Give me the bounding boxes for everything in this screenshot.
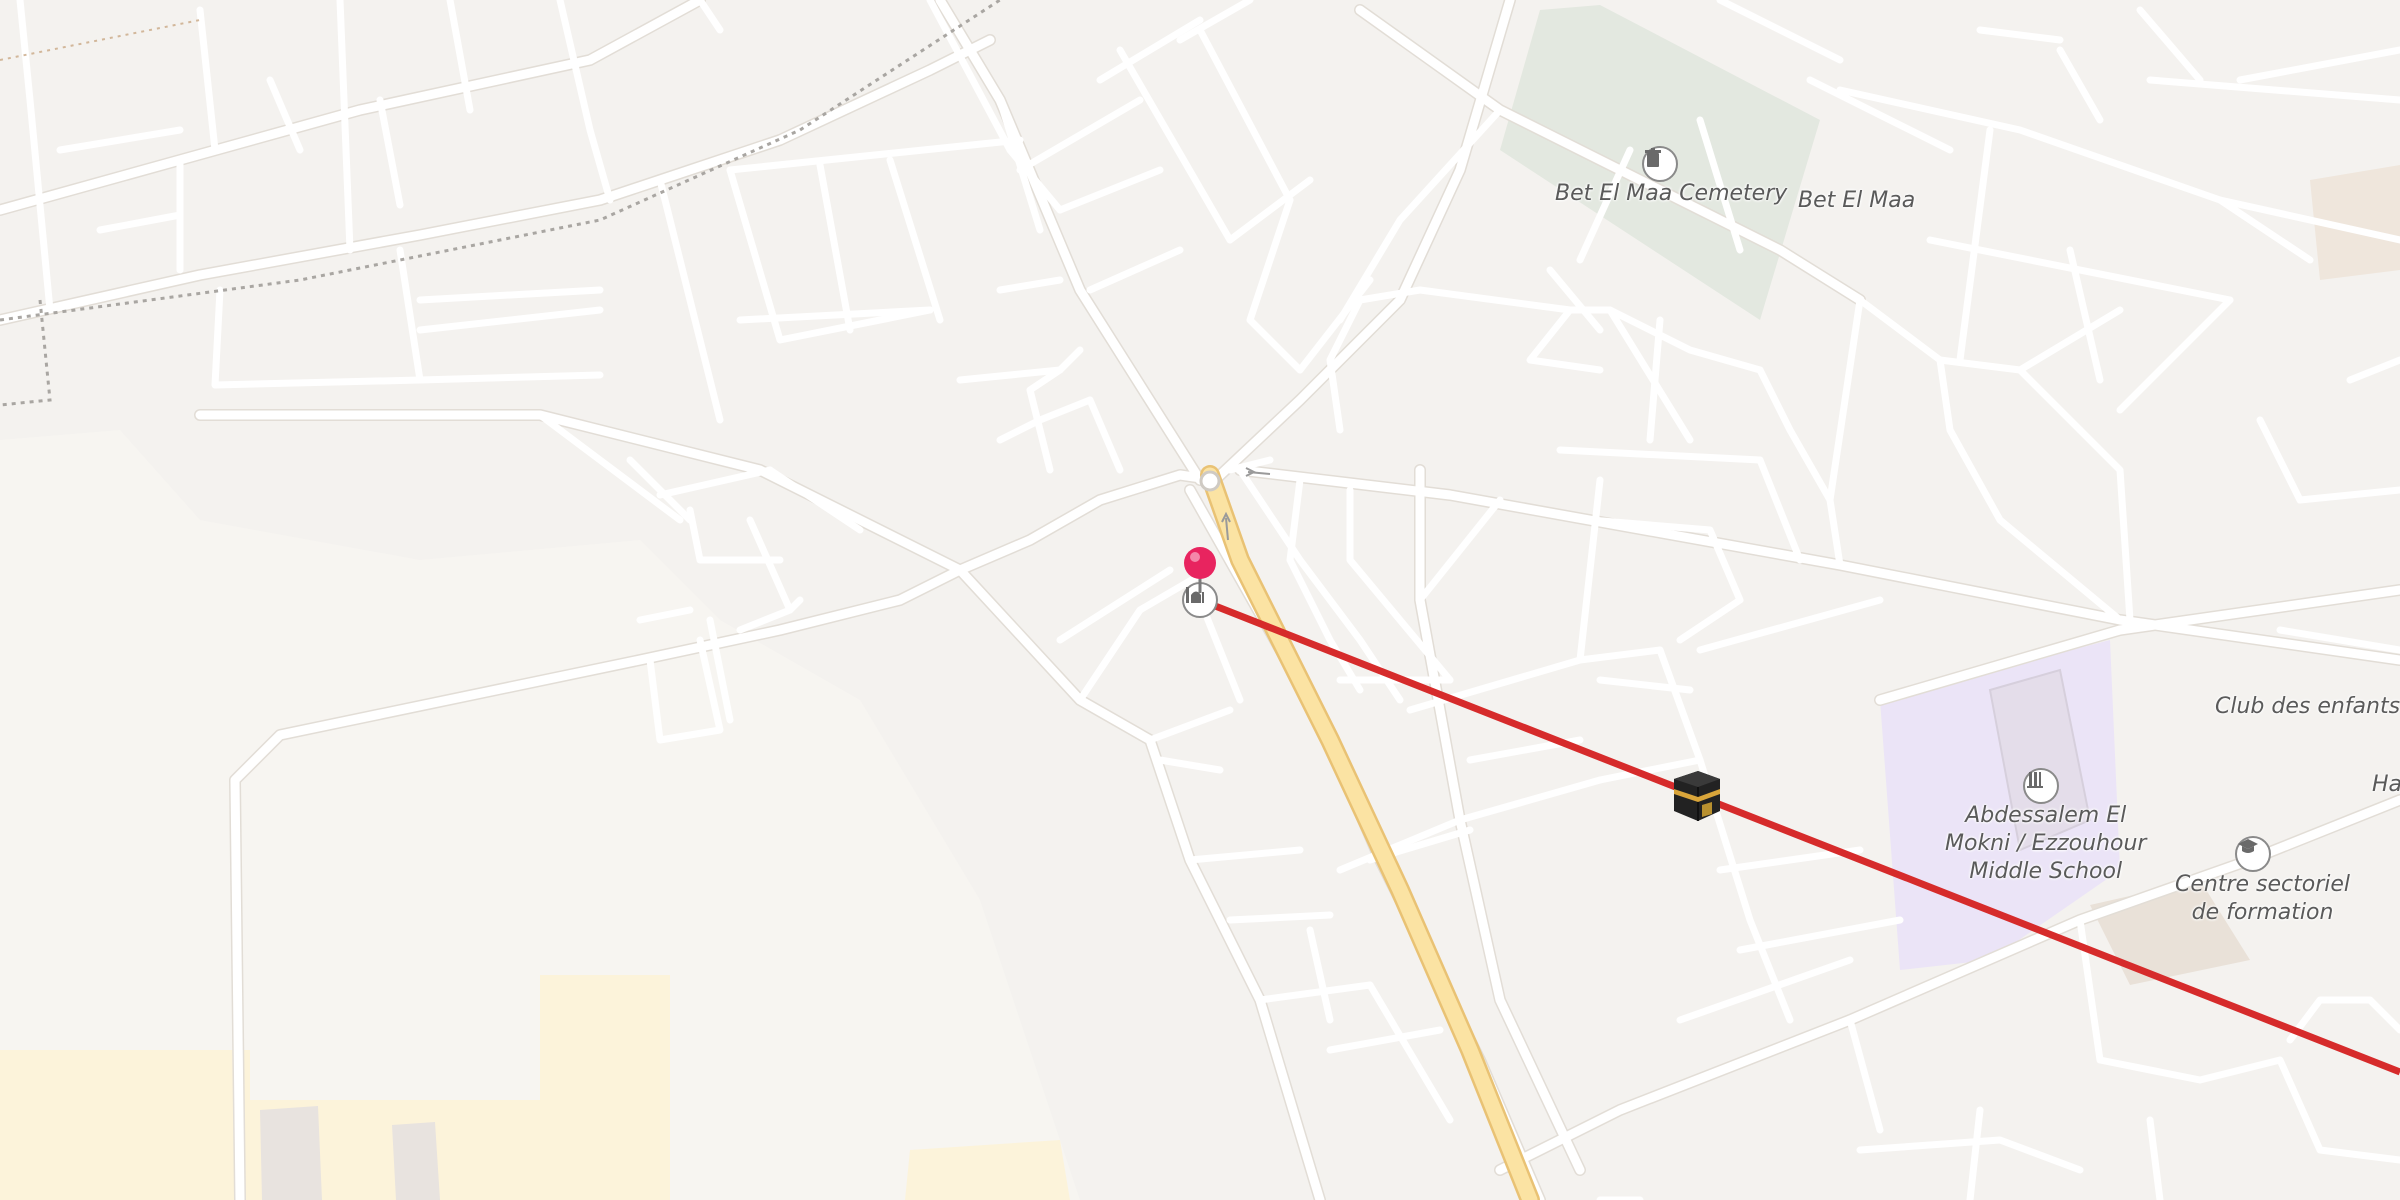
club-label[interactable]: Club des enfants (2215, 693, 2400, 721)
neighborhood-label[interactable]: Bet El Maa (1798, 187, 1915, 215)
edge-partial-label: Ha (2372, 772, 2400, 797)
location-pin-icon[interactable] (1182, 545, 1218, 595)
school-label-line-2: Mokni / Ezzouhour (1945, 831, 2147, 856)
school-icon[interactable] (2023, 768, 2059, 804)
school-label-line-3: Middle School (1969, 859, 2123, 884)
training-centre-label[interactable]: Centre sectoriel de formation (2175, 871, 2350, 927)
training-label-line-1: Centre sectoriel (2175, 872, 2351, 897)
kaaba-icon[interactable] (1668, 767, 1724, 823)
school-label[interactable]: Abdessalem El Mokni / Ezzouhour Middle S… (1945, 802, 2146, 886)
graduation-cap-icon[interactable] (2235, 836, 2271, 872)
training-label-line-2: de formation (2191, 900, 2334, 925)
school-label-line-1: Abdessalem El (1965, 803, 2127, 828)
map-canvas[interactable]: Bet El Maa Cemetery Bet El Maa Club des … (0, 0, 2400, 1200)
cemetery-icon[interactable] (1642, 146, 1678, 182)
cemetery-label[interactable]: Bet El Maa Cemetery (1555, 180, 1787, 208)
